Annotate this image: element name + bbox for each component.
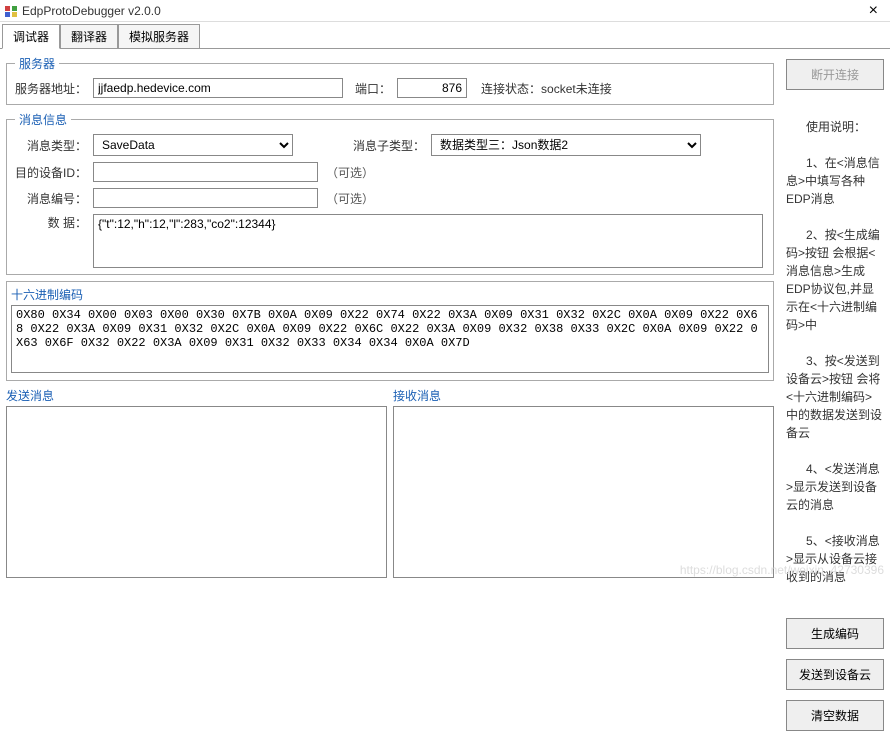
server-port-label: 端口： <box>355 80 391 97</box>
help-s3: 3、按<发送到设备云>按钮 会将<十六进制编码>中的数据发送到设备云 <box>786 354 882 440</box>
tab-debugger[interactable]: 调试器 <box>2 24 60 49</box>
devid-label: 目的设备ID： <box>15 164 87 181</box>
window-title: EdpProtoDebugger v2.0.0 <box>22 4 161 18</box>
msg-type-label: 消息类型： <box>15 137 87 154</box>
msgnum-input[interactable] <box>93 188 318 208</box>
close-icon[interactable]: × <box>861 2 886 20</box>
conn-status-value: socket未连接 <box>541 82 612 96</box>
help-title: 使用说明： <box>806 120 866 134</box>
help-s1: 1、在<消息信息>中填写各种EDP消息 <box>786 156 880 206</box>
message-legend: 消息信息 <box>15 111 71 128</box>
msg-subtype-label: 消息子类型： <box>353 137 425 154</box>
devid-optional: （可选） <box>326 164 374 181</box>
msgnum-optional: （可选） <box>326 190 374 207</box>
help-s5: 5、<接收消息>显示从设备云接收到的消息 <box>786 534 880 584</box>
help-s4: 4、<发送消息>显示发送到设备云的消息 <box>786 462 880 512</box>
tab-translator[interactable]: 翻译器 <box>60 24 118 48</box>
server-legend: 服务器 <box>15 55 59 72</box>
send-to-cloud-button[interactable]: 发送到设备云 <box>786 659 884 690</box>
right-panel: 断开连接 使用说明： 1、在<消息信息>中填写各种EDP消息 2、按<生成编码>… <box>780 49 890 584</box>
server-addr-label: 服务器地址： <box>15 80 87 97</box>
recv-col: 接收消息 <box>393 387 774 578</box>
generate-encoding-button[interactable]: 生成编码 <box>786 618 884 649</box>
disconnect-button[interactable]: 断开连接 <box>786 59 884 90</box>
send-col: 发送消息 <box>6 387 387 578</box>
hex-legend: 十六进制编码 <box>11 286 769 303</box>
message-group: 消息信息 消息类型： SaveData 消息子类型： 数据类型三：Json数据2… <box>6 111 774 275</box>
tab-mock-server[interactable]: 模拟服务器 <box>118 24 200 48</box>
msgnum-label: 消息编号： <box>15 190 87 207</box>
send-output[interactable] <box>6 406 387 578</box>
server-addr-input[interactable] <box>93 78 343 98</box>
instructions: 使用说明： 1、在<消息信息>中填写各种EDP消息 2、按<生成编码>按钮 会根… <box>786 100 884 604</box>
server-group: 服务器 服务器地址： 端口： 连接状态：socket未连接 <box>6 55 774 105</box>
recv-legend: 接收消息 <box>393 387 774 404</box>
data-input[interactable]: {"t":12,"h":12,"l":283,"co2":12344} <box>93 214 763 268</box>
hex-group: 十六进制编码 0X80 0X34 0X00 0X03 0X00 0X30 0X7… <box>6 281 774 381</box>
main: 服务器 服务器地址： 端口： 连接状态：socket未连接 消息信息 消息类型：… <box>0 49 890 584</box>
devid-input[interactable] <box>93 162 318 182</box>
left-panel: 服务器 服务器地址： 端口： 连接状态：socket未连接 消息信息 消息类型：… <box>0 49 780 584</box>
server-port-input[interactable] <box>397 78 467 98</box>
clear-data-button[interactable]: 清空数据 <box>786 700 884 731</box>
titlebar: EdpProtoDebugger v2.0.0 × <box>0 0 890 22</box>
recv-output[interactable] <box>393 406 774 578</box>
tabs: 调试器 翻译器 模拟服务器 <box>0 22 890 49</box>
hex-output[interactable]: 0X80 0X34 0X00 0X03 0X00 0X30 0X7B 0X0A … <box>11 305 769 373</box>
conn-status-label: 连接状态： <box>481 82 541 96</box>
data-label: 数 据： <box>15 214 87 231</box>
send-legend: 发送消息 <box>6 387 387 404</box>
msg-type-select[interactable]: SaveData <box>93 134 293 156</box>
app-icon <box>4 4 18 18</box>
conn-status: 连接状态：socket未连接 <box>481 80 612 97</box>
msg-subtype-select[interactable]: 数据类型三：Json数据2 <box>431 134 701 156</box>
help-s2: 2、按<生成编码>按钮 会根据<消息信息>生成EDP协议包,并显示在<十六进制编… <box>786 228 880 332</box>
bottom-row: 发送消息 接收消息 <box>6 387 774 578</box>
